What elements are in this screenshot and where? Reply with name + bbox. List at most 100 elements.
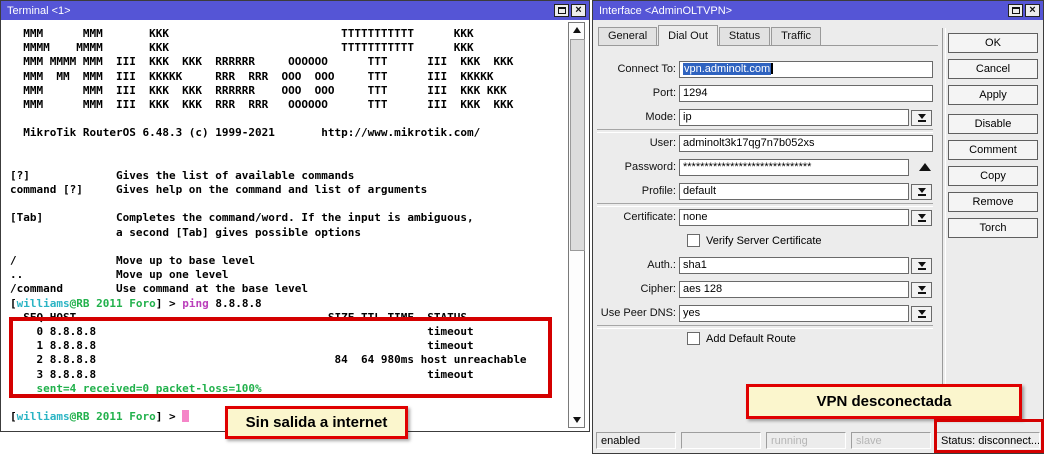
checkbox-verify-server-certificate[interactable] [687, 234, 700, 247]
close-icon: × [575, 5, 581, 16]
status-highlight-rect [934, 419, 1044, 453]
form-row-connect-to: Connect To: vpn.adminolt.com [593, 61, 938, 78]
form-row-user: User:adminolt3k17qg7n7b052xs [593, 135, 938, 152]
cipher-dropdown-button[interactable] [911, 282, 932, 298]
terminal-line [10, 240, 527, 254]
password-field[interactable]: ****************************** [679, 159, 909, 176]
ping-failure-highlight-rect [9, 317, 552, 398]
torch-button[interactable]: Torch [948, 218, 1038, 238]
scroll-down-icon[interactable] [569, 413, 584, 427]
dropdown-bar-icon [918, 220, 926, 222]
certificate-field[interactable]: none [679, 209, 909, 226]
terminal-line [10, 141, 527, 155]
field-label-certificate: Certificate: [623, 211, 676, 223]
connect-to-field[interactable]: vpn.adminolt.com [679, 61, 933, 78]
terminal-line: .. Move up one level [10, 268, 527, 282]
mode-field[interactable]: ip [679, 109, 909, 126]
remove-button[interactable]: Remove [948, 192, 1038, 212]
dropdown-bar-icon [918, 316, 926, 318]
field-label-use-peer-dns: Use Peer DNS: [601, 307, 676, 319]
dropdown-arrow-icon [918, 114, 926, 119]
terminal-line: MMM MM MMM III KKKKK RRR RRR OOO OOO TTT… [10, 70, 527, 84]
cancel-button[interactable]: Cancel [948, 59, 1038, 79]
form-row-auth: Auth.:sha1 [593, 257, 938, 274]
terminal-line [10, 155, 527, 169]
status-cell-empty [681, 432, 761, 449]
ok-button[interactable]: OK [948, 33, 1038, 53]
use-peer-dns-dropdown-button[interactable] [911, 306, 932, 322]
form-separator [597, 325, 933, 329]
dropdown-arrow-icon [918, 310, 926, 315]
checkbox-row-add-default-route[interactable]: Add Default Route [687, 331, 796, 346]
tab-traffic[interactable]: Traffic [771, 27, 821, 45]
scrollbar-thumb[interactable] [570, 39, 585, 251]
field-label-connect-to: Connect To: [617, 63, 676, 75]
use-peer-dns-field[interactable]: yes [679, 305, 909, 322]
checkbox-row-verify-server-certificate[interactable]: Verify Server Certificate [687, 233, 822, 248]
terminal-scrollbar[interactable] [568, 22, 585, 428]
user-field[interactable]: adminolt3k17qg7n7b052xs [679, 135, 933, 152]
mode-dropdown-button[interactable] [911, 110, 932, 126]
dropdown-arrow-icon [918, 262, 926, 267]
terminal-line: / Move up to base level [10, 254, 527, 268]
status-cell-running: running [766, 432, 846, 449]
port-field[interactable]: 1294 [679, 85, 933, 102]
checkbox-label-add-default-route: Add Default Route [706, 333, 796, 345]
status-cell-enabled: enabled [596, 432, 676, 449]
form-row-cipher: Cipher:aes 128 [593, 281, 938, 298]
form-separator [597, 203, 933, 207]
terminal-line [10, 112, 527, 126]
certificate-dropdown-button[interactable] [911, 210, 932, 226]
copy-button[interactable]: Copy [948, 166, 1038, 186]
annotation-no-internet: Sin salida a internet [225, 406, 408, 439]
form-row-use-peer-dns: Use Peer DNS:yes [593, 305, 938, 322]
tab-general[interactable]: General [598, 27, 657, 45]
terminal-line: MikroTik RouterOS 6.48.3 (c) 1999-2021 h… [10, 126, 527, 140]
dialog-titlebar[interactable]: Interface <AdminOLTVPN> × [593, 1, 1043, 20]
terminal-line: /command Use command at the base level [10, 282, 527, 296]
cipher-field[interactable]: aes 128 [679, 281, 909, 298]
form-row-certificate: Certificate:none [593, 209, 938, 226]
comment-button[interactable]: Comment [948, 140, 1038, 160]
maximize-button[interactable] [554, 4, 569, 17]
tab-dial-out[interactable]: Dial Out [658, 25, 718, 46]
tab-status[interactable]: Status [719, 27, 770, 45]
terminal-titlebar[interactable]: Terminal <1> × [1, 1, 589, 20]
scroll-up-icon[interactable] [569, 23, 584, 37]
field-label-profile: Profile: [642, 185, 676, 197]
password-reveal-arrow-icon[interactable] [919, 163, 931, 171]
terminal-line: MMM MMM III KKK KKK RRR RRR OOOOOO TTT I… [10, 98, 527, 112]
auth-field[interactable]: sha1 [679, 257, 909, 274]
checkbox-add-default-route[interactable] [687, 332, 700, 345]
close-button[interactable]: × [1025, 4, 1040, 17]
terminal-cursor [182, 410, 189, 422]
maximize-icon [558, 7, 566, 14]
apply-button[interactable]: Apply [948, 85, 1038, 105]
terminal-title: Terminal <1> [7, 5, 554, 17]
annotation-no-internet-label: Sin salida a internet [246, 414, 388, 431]
terminal-line: [Tab] Completes the command/word. If the… [10, 211, 527, 225]
terminal-line: command [?] Gives help on the command an… [10, 183, 527, 197]
profile-dropdown-button[interactable] [911, 184, 932, 200]
text-caret [771, 63, 773, 74]
profile-field[interactable]: default [679, 183, 909, 200]
auth-dropdown-button[interactable] [911, 258, 932, 274]
dropdown-bar-icon [918, 120, 926, 122]
dialog-tabstrip: GeneralDial OutStatusTraffic [598, 26, 938, 46]
maximize-button[interactable] [1008, 4, 1023, 17]
terminal-line: a second [Tab] gives possible options [10, 226, 527, 240]
dropdown-arrow-icon [918, 286, 926, 291]
annotation-vpn-disconnected-label: VPN desconectada [816, 393, 951, 410]
checkbox-label-verify-server-certificate: Verify Server Certificate [706, 235, 822, 247]
disable-button[interactable]: Disable [948, 114, 1038, 134]
form-separator [597, 129, 933, 133]
selected-text: vpn.adminolt.com [683, 63, 771, 75]
maximize-icon [1012, 7, 1020, 14]
terminal-line: MMM MMM III KKK KKK RRRRRR OOO OOO TTT I… [10, 84, 527, 98]
close-button[interactable]: × [571, 4, 586, 17]
form-row-port: Port:1294 [593, 85, 938, 102]
terminal-line [10, 197, 527, 211]
field-label-user: User: [650, 137, 676, 149]
field-label-cipher: Cipher: [641, 283, 676, 295]
field-label-auth: Auth.: [647, 259, 676, 271]
